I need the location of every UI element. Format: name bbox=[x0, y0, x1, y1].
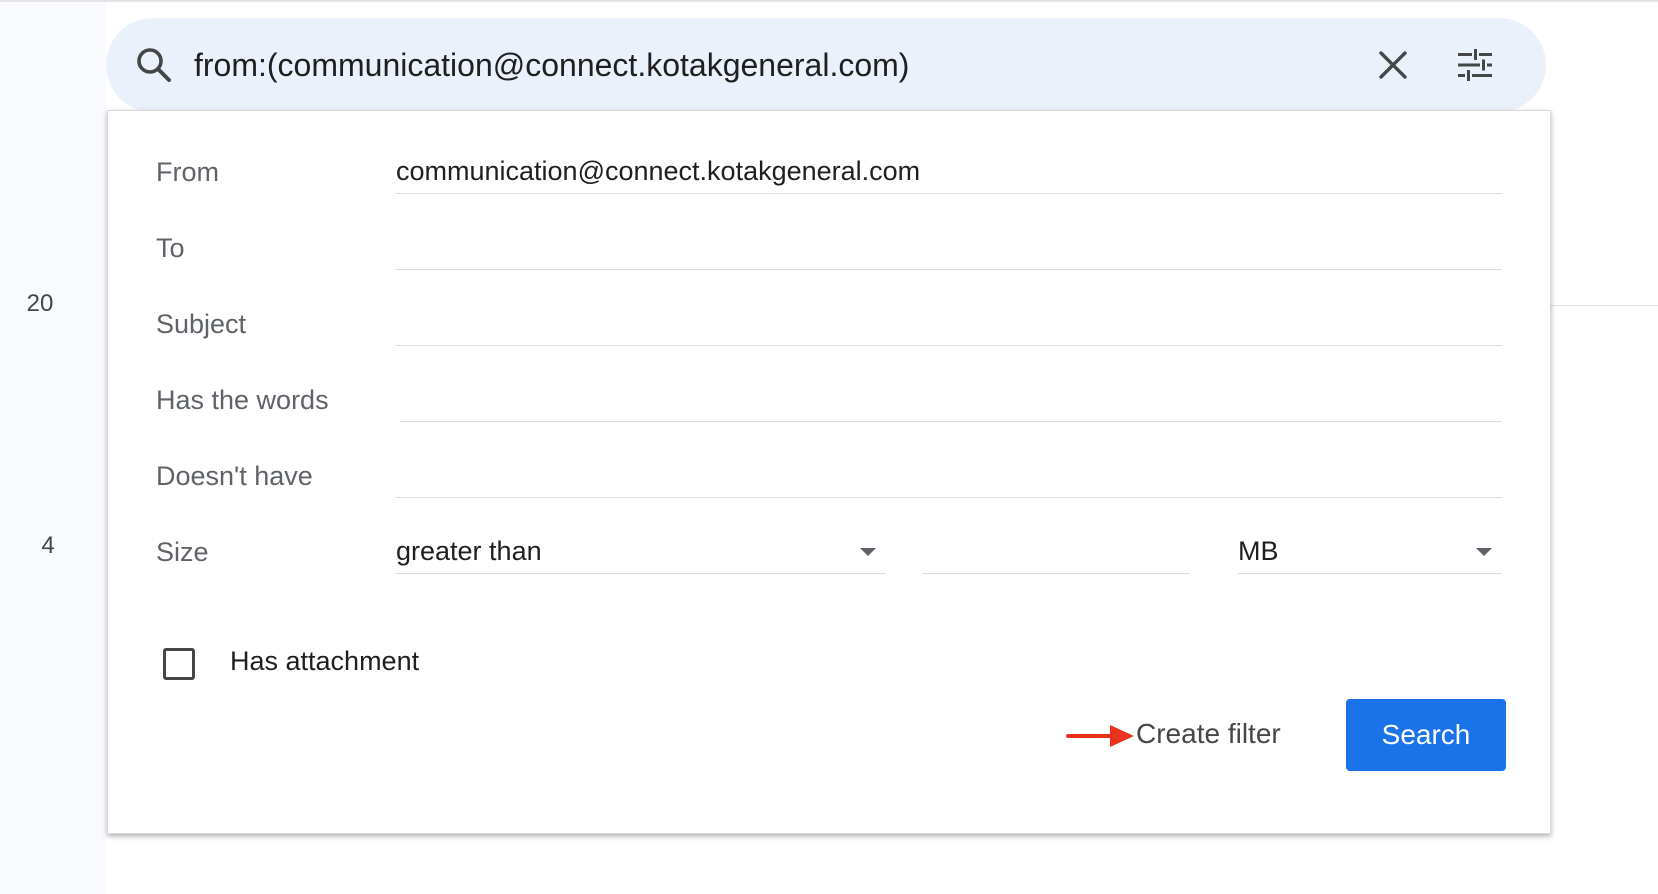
has-words-label: Has the words bbox=[156, 385, 329, 415]
left-count-1: 20 bbox=[26, 290, 54, 317]
has-attachment-checkbox[interactable] bbox=[163, 648, 195, 680]
size-comparator-select[interactable]: greater than bbox=[396, 529, 886, 574]
size-amount-field[interactable] bbox=[922, 529, 1190, 574]
size-amount-input[interactable] bbox=[922, 529, 1190, 573]
subject-label: Subject bbox=[156, 309, 247, 339]
search-query[interactable]: from:(communication@connect.kotakgeneral… bbox=[194, 44, 909, 86]
left-column: 20 4 bbox=[0, 2, 106, 894]
doesnt-have-input[interactable] bbox=[396, 453, 1502, 497]
size-label: Size bbox=[156, 537, 209, 567]
to-label: To bbox=[156, 233, 185, 263]
to-input[interactable] bbox=[396, 225, 1502, 269]
search-bar[interactable]: from:(communication@connect.kotakgeneral… bbox=[106, 18, 1546, 112]
size-comparator-value: greater than bbox=[396, 536, 542, 566]
left-count-2: 4 bbox=[41, 532, 55, 559]
top-border bbox=[0, 0, 1658, 2]
dropdown-arrow-icon bbox=[860, 548, 876, 556]
doesnt-have-field[interactable] bbox=[396, 453, 1502, 498]
size-unit-value: MB bbox=[1238, 536, 1279, 566]
to-field[interactable] bbox=[396, 225, 1502, 270]
has-attachment-label: Has attachment bbox=[230, 646, 420, 676]
doesnt-have-label: Doesn't have bbox=[156, 461, 313, 491]
search-options-icon[interactable] bbox=[1452, 42, 1498, 88]
has-words-field[interactable] bbox=[400, 377, 1502, 422]
subject-field[interactable] bbox=[396, 301, 1502, 346]
dropdown-arrow-icon bbox=[1476, 548, 1492, 556]
create-filter-button[interactable]: Create filter bbox=[1136, 716, 1281, 752]
from-field[interactable] bbox=[396, 149, 1502, 194]
subject-input[interactable] bbox=[396, 301, 1502, 345]
search-button[interactable]: Search bbox=[1346, 699, 1506, 771]
search-icon[interactable] bbox=[134, 45, 174, 85]
advanced-search-panel: From To Subject Has the words Doesn't ha… bbox=[107, 110, 1551, 834]
size-unit-select[interactable]: MB bbox=[1238, 529, 1502, 574]
arrow-annotation-icon bbox=[1066, 721, 1138, 751]
from-input[interactable] bbox=[396, 149, 1502, 193]
from-label: From bbox=[156, 157, 219, 187]
has-words-input[interactable] bbox=[400, 377, 1502, 421]
close-icon[interactable] bbox=[1370, 42, 1416, 88]
